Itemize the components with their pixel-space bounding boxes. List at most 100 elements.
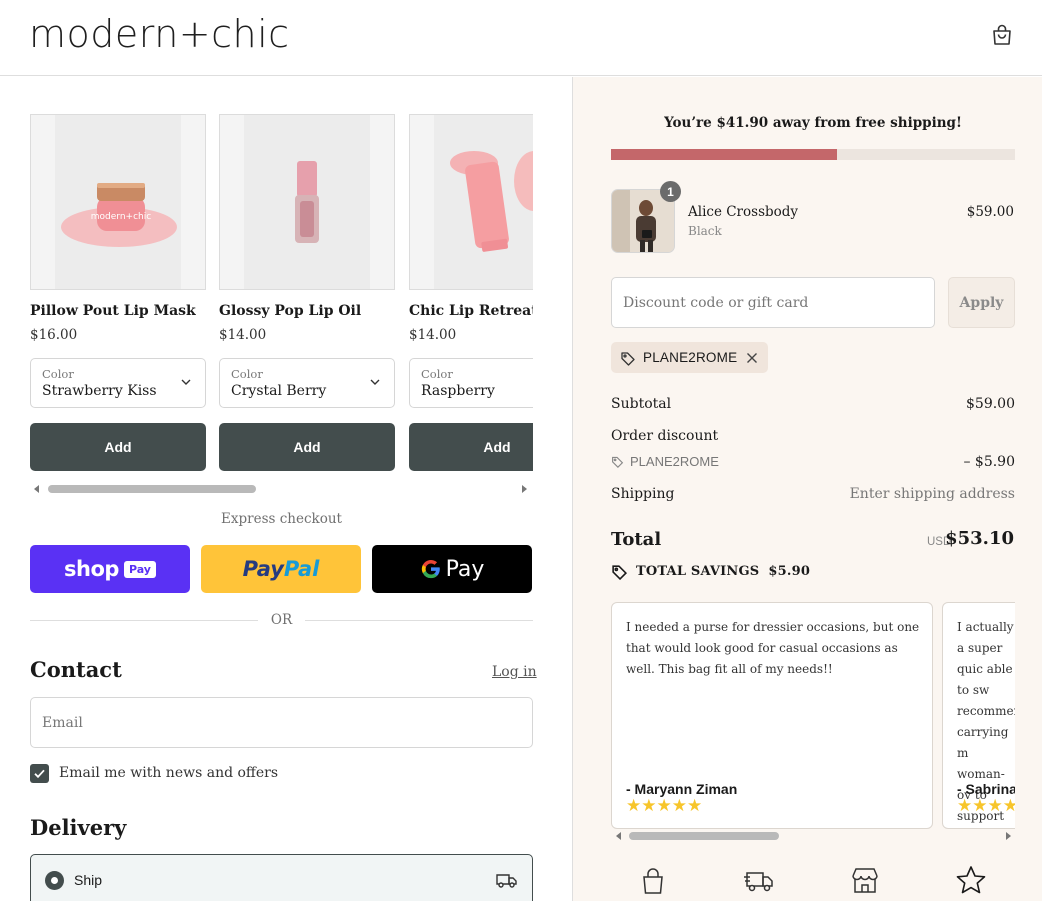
free-shipping-progress (611, 149, 1015, 160)
or-label: OR (270, 612, 293, 628)
delivery-heading: Delivery (30, 815, 127, 840)
scroll-right-arrow-icon[interactable] (522, 485, 527, 493)
applied-discount-code: PLANE2ROME (643, 350, 738, 365)
shopping-bag-icon[interactable] (989, 22, 1015, 48)
product-image: modern+chic (30, 114, 206, 290)
email-field[interactable] (30, 697, 533, 748)
color-select-label: Color (421, 367, 453, 381)
chevron-down-icon (370, 379, 380, 385)
upsell-product-card: Glossy Pop Lip Oil $14.00 Color Crystal … (219, 114, 395, 471)
or-divider: OR (30, 610, 533, 630)
scroll-right-arrow-icon[interactable] (1006, 832, 1011, 840)
newsletter-checkbox[interactable] (30, 763, 49, 783)
delivery-truck-icon (496, 874, 517, 888)
shop-pay-pill: Pay (123, 560, 156, 578)
scrollbar-thumb[interactable] (48, 485, 256, 493)
order-discount-detail-row: PLANE2ROME – $5.90 (611, 454, 1015, 470)
checkmark-icon (34, 769, 45, 778)
savings-label: TOTAL SAVINGS (636, 564, 760, 579)
progress-fill (611, 149, 838, 160)
rating-stars-icon: ★★★★★ (626, 796, 703, 816)
color-select-value: Strawberry Kiss (42, 383, 157, 399)
color-select-label: Color (231, 367, 263, 381)
free-shipping-message: You’re $41.90 away from free shipping! (664, 115, 962, 131)
color-select-value: Crystal Berry (231, 383, 327, 399)
product-image (409, 114, 533, 290)
remove-discount-icon[interactable] (746, 352, 758, 364)
order-discount-row: Order discount (611, 428, 1015, 444)
color-select-value: Raspberry (421, 383, 495, 399)
apply-discount-button[interactable]: Apply (948, 277, 1015, 328)
scroll-left-arrow-icon[interactable] (616, 832, 621, 840)
review-card: I needed a purse for dressier occasions,… (611, 602, 933, 829)
checkout-main: modern+chic Pillow Pout Lip Mask $16.00 … (0, 77, 572, 901)
shipping-label: Shipping (611, 486, 675, 502)
color-select[interactable]: Color Strawberry Kiss (30, 358, 206, 408)
tag-icon (612, 565, 628, 580)
product-price: $14.00 (409, 327, 457, 343)
paypal-logo-pal: Pal (283, 557, 320, 581)
newsletter-row[interactable]: Email me with news and offers (30, 763, 278, 783)
paypal-logo-pay: Pay (242, 557, 284, 581)
color-select-label: Color (42, 367, 74, 381)
review-author: - Sabrina (957, 781, 1015, 797)
google-pay-button[interactable]: Pay (372, 545, 532, 593)
lock-bag-icon (643, 868, 663, 894)
product-price: $14.00 (219, 327, 267, 343)
reviews-carousel[interactable]: I needed a purse for dressier occasions,… (611, 602, 1015, 832)
google-pay-label: Pay (445, 556, 485, 582)
svg-text:modern+chic: modern+chic (91, 212, 151, 222)
product-name: Pillow Pout Lip Mask (30, 303, 196, 319)
upsell-carousel[interactable]: modern+chic Pillow Pout Lip Mask $16.00 … (30, 114, 533, 494)
order-discount-code: PLANE2ROME (611, 454, 1015, 469)
product-price: $16.00 (30, 327, 78, 343)
shop-pay-button[interactable]: shop Pay (30, 545, 190, 593)
scroll-left-arrow-icon[interactable] (34, 485, 39, 493)
order-discount-value: – $5.90 (963, 454, 1015, 470)
review-text: I needed a purse for dressier occasions,… (626, 620, 920, 676)
google-g-icon (421, 559, 440, 579)
add-button[interactable]: Add (219, 423, 395, 471)
color-select[interactable]: Color Crystal Berry (219, 358, 395, 408)
brand-logo[interactable]: modern+chic (29, 12, 290, 56)
ship-option[interactable]: Ship (30, 854, 533, 901)
item-variant: Black (688, 224, 722, 238)
contact-heading: Contact (30, 657, 122, 682)
total-value: $53.10 (945, 528, 1014, 549)
add-button[interactable]: Add (409, 423, 533, 471)
subtotal-label: Subtotal (611, 396, 672, 412)
reviews-scrollbar[interactable] (611, 828, 1015, 844)
review-author: - Maryann Ziman (626, 781, 738, 797)
order-discount-code-text: PLANE2ROME (630, 454, 719, 469)
order-summary: You’re $41.90 away from free shipping! 1… (572, 77, 1042, 901)
login-link[interactable]: Log in (492, 664, 537, 680)
total-savings: TOTAL SAVINGS $5.90 (611, 563, 810, 580)
delivery-truck-icon (744, 872, 773, 892)
shop-pay-logo: shop (64, 557, 119, 581)
newsletter-label: Email me with news and offers (59, 765, 279, 781)
ship-radio[interactable] (45, 871, 64, 890)
product-name: Glossy Pop Lip Oil (219, 303, 362, 319)
upsell-product-card: Chic Lip Retreat $14.00 Color Raspberry … (409, 114, 533, 471)
upsell-product-card: modern+chic Pillow Pout Lip Mask $16.00 … (30, 114, 206, 471)
paypal-button[interactable]: Pay Pal (201, 545, 361, 593)
savings-value: $5.90 (768, 564, 811, 579)
scrollbar-thumb[interactable] (629, 832, 779, 840)
star-icon (956, 866, 986, 894)
discount-code-input[interactable] (611, 277, 935, 328)
tag-icon (621, 351, 635, 366)
ship-option-label: Ship (74, 872, 103, 888)
total-label: Total (611, 529, 662, 550)
item-name: Alice Crossbody (688, 204, 799, 220)
color-select[interactable]: Color Raspberry (409, 358, 533, 408)
item-quantity-badge: 1 (660, 181, 681, 202)
product-image (219, 114, 395, 290)
store-icon (852, 868, 878, 893)
site-header: modern+chic (0, 0, 1042, 76)
review-card: I actually a super quic able to sw recom… (942, 602, 1015, 829)
upsell-scrollbar[interactable] (30, 481, 533, 497)
product-name: Chic Lip Retreat (409, 303, 533, 319)
express-checkout-title: Express checkout (221, 511, 342, 527)
add-button[interactable]: Add (30, 423, 206, 471)
subtotal-row: Subtotal $59.00 (611, 396, 1015, 412)
